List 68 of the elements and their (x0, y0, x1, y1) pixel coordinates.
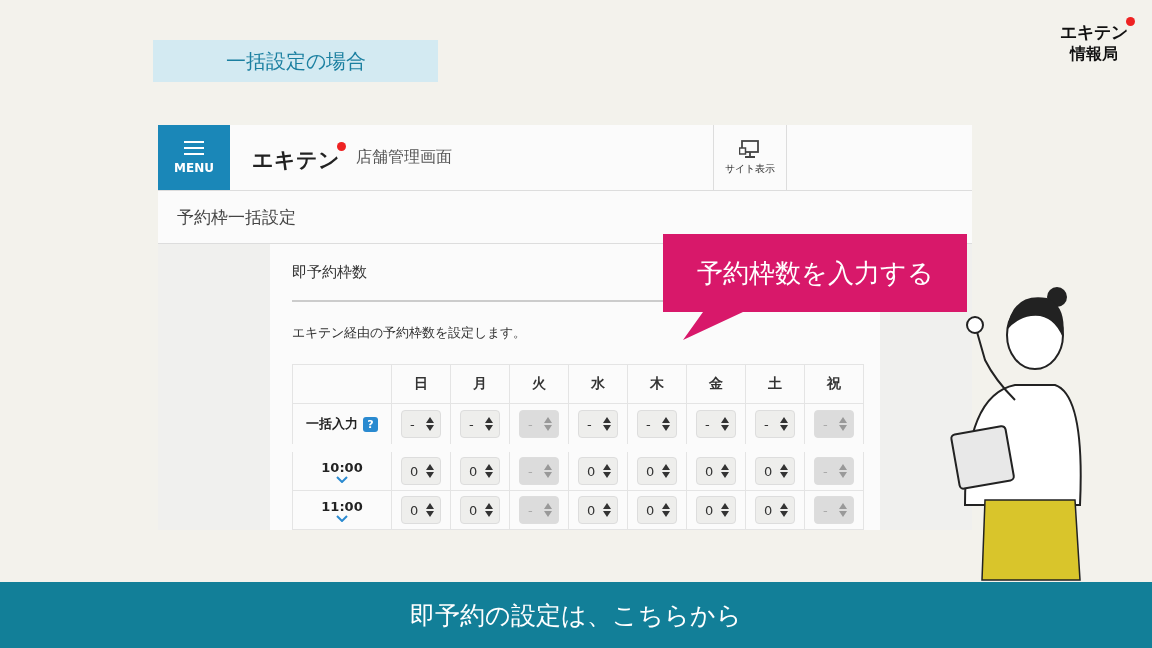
number-select[interactable]: - (578, 410, 618, 438)
stepper-arrows-icon (603, 464, 611, 478)
number-select[interactable]: 0 (578, 496, 618, 524)
brand-logo: エキテン 情報局 (1060, 16, 1136, 65)
number-select[interactable]: - (401, 410, 441, 438)
stepper-arrows-icon (603, 503, 611, 517)
stepper-arrows-icon (839, 417, 847, 431)
stepper-arrows-icon (780, 417, 788, 431)
section-label: 一括設定の場合 (153, 40, 438, 82)
number-select[interactable]: 0 (755, 496, 795, 524)
stepper-arrows-icon (603, 417, 611, 431)
app-subtitle: 店舗管理画面 (356, 147, 453, 168)
row-label: 一括入力 (306, 415, 358, 433)
stepper-arrows-icon (721, 464, 729, 478)
stepper-arrows-icon (485, 417, 493, 431)
stepper-arrows-icon (544, 417, 552, 431)
number-select[interactable]: 0 (755, 457, 795, 485)
stepper-arrows-icon (721, 417, 729, 431)
site-view-button[interactable]: サイト表示 (713, 125, 787, 190)
row-label: 10:00 (321, 459, 363, 475)
number-select[interactable]: 0 (460, 457, 500, 485)
day-header: 木 (627, 364, 687, 404)
help-badge[interactable]: ? (363, 416, 378, 432)
monitor-icon (739, 139, 761, 158)
caption-text: 即予約の設定は、こちらから (410, 599, 742, 632)
number-select[interactable]: 0 (696, 496, 736, 524)
stepper-arrows-icon (485, 464, 493, 478)
stepper-arrows-icon (544, 464, 552, 478)
stepper-arrows-icon (721, 503, 729, 517)
stepper-arrows-icon (485, 503, 493, 517)
stepper-arrows-icon (662, 503, 670, 517)
number-select[interactable]: 0 (696, 457, 736, 485)
number-select[interactable]: 0 (460, 496, 500, 524)
stepper-arrows-icon (780, 464, 788, 478)
day-header: 火 (509, 364, 569, 404)
stepper-arrows-icon (662, 464, 670, 478)
number-select[interactable]: 0 (637, 496, 677, 524)
number-select[interactable]: - (637, 410, 677, 438)
description-text: エキテン経由の予約枠数を設定します。 (292, 324, 527, 342)
day-header: 日 (391, 364, 451, 404)
callout-bubble: 予約枠数を入力する (663, 234, 967, 340)
number-select[interactable]: 0 (401, 496, 441, 524)
chevron-down-icon[interactable] (336, 514, 348, 522)
stepper-arrows-icon (839, 464, 847, 478)
brand-logo: エキテン (252, 141, 346, 174)
stepper-arrows-icon (780, 503, 788, 517)
menu-button[interactable]: MENU (158, 125, 230, 190)
stepper-arrows-icon (544, 503, 552, 517)
day-header: 水 (568, 364, 628, 404)
number-select[interactable]: 0 (401, 457, 441, 485)
number-select[interactable]: - (460, 410, 500, 438)
stepper-arrows-icon (426, 417, 434, 431)
stepper-arrows-icon (426, 503, 434, 517)
day-header: 土 (745, 364, 805, 404)
page-title: 予約枠一括設定 (177, 205, 296, 229)
day-header: 月 (450, 364, 510, 404)
number-select[interactable]: - (755, 410, 795, 438)
day-header: 金 (686, 364, 746, 404)
stepper-arrows-icon (839, 503, 847, 517)
number-select[interactable]: 0 (637, 457, 677, 485)
stepper-arrows-icon (426, 464, 434, 478)
number-select[interactable]: 0 (578, 457, 618, 485)
chevron-down-icon[interactable] (336, 475, 348, 483)
menu-icon (184, 140, 204, 155)
row-label: 11:00 (321, 498, 363, 514)
day-header: 祝 (804, 364, 864, 404)
number-select[interactable]: - (696, 410, 736, 438)
stepper-arrows-icon (662, 417, 670, 431)
